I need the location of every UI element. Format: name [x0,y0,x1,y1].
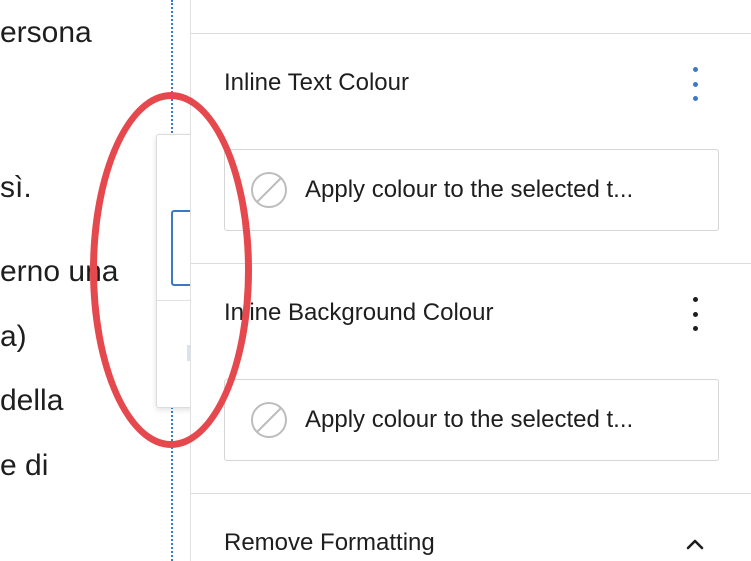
color-popover[interactable] [156,134,190,408]
apply-text-colour-label: Apply colour to the selected t... [305,176,634,203]
panel-divider [191,493,751,494]
panel-title-inline-text-colour: Inline Text Colour [224,69,409,96]
apply-background-colour-label: Apply colour to the selected t... [305,406,634,433]
more-vertical-icon [692,297,698,302]
more-vertical-icon [692,67,698,72]
panel-divider [191,33,751,34]
no-colour-icon [251,402,287,438]
paragraph-text-line: erno una [0,255,119,288]
panel-title-inline-background-colour: Inline Background Colour [224,299,494,326]
panel-options-button[interactable] [691,67,699,101]
apply-background-colour-button[interactable]: Apply colour to the selected t... [224,379,719,461]
apply-text-colour-button[interactable]: Apply colour to the selected t... [224,149,719,231]
chevron-up-icon[interactable] [685,534,705,554]
paragraph-text-line: a) [0,320,27,353]
popover-divider [157,300,190,301]
paragraph-text-line: e di [0,449,49,482]
editor-canvas: ersona sì. erno una a) della e di [0,0,190,561]
panel-divider [191,263,751,264]
settings-sidebar: Inline Text Colour Apply colour to the s… [190,0,751,561]
panel-title-remove-formatting[interactable]: Remove Formatting [224,528,435,558]
no-colour-icon [251,172,287,208]
paragraph-text-line: ersona [0,16,92,49]
paragraph-text-line: sì. [0,171,32,204]
paragraph-text-line: della [0,384,64,417]
panel-options-button[interactable] [691,297,699,331]
popover-input-field[interactable] [171,210,190,286]
